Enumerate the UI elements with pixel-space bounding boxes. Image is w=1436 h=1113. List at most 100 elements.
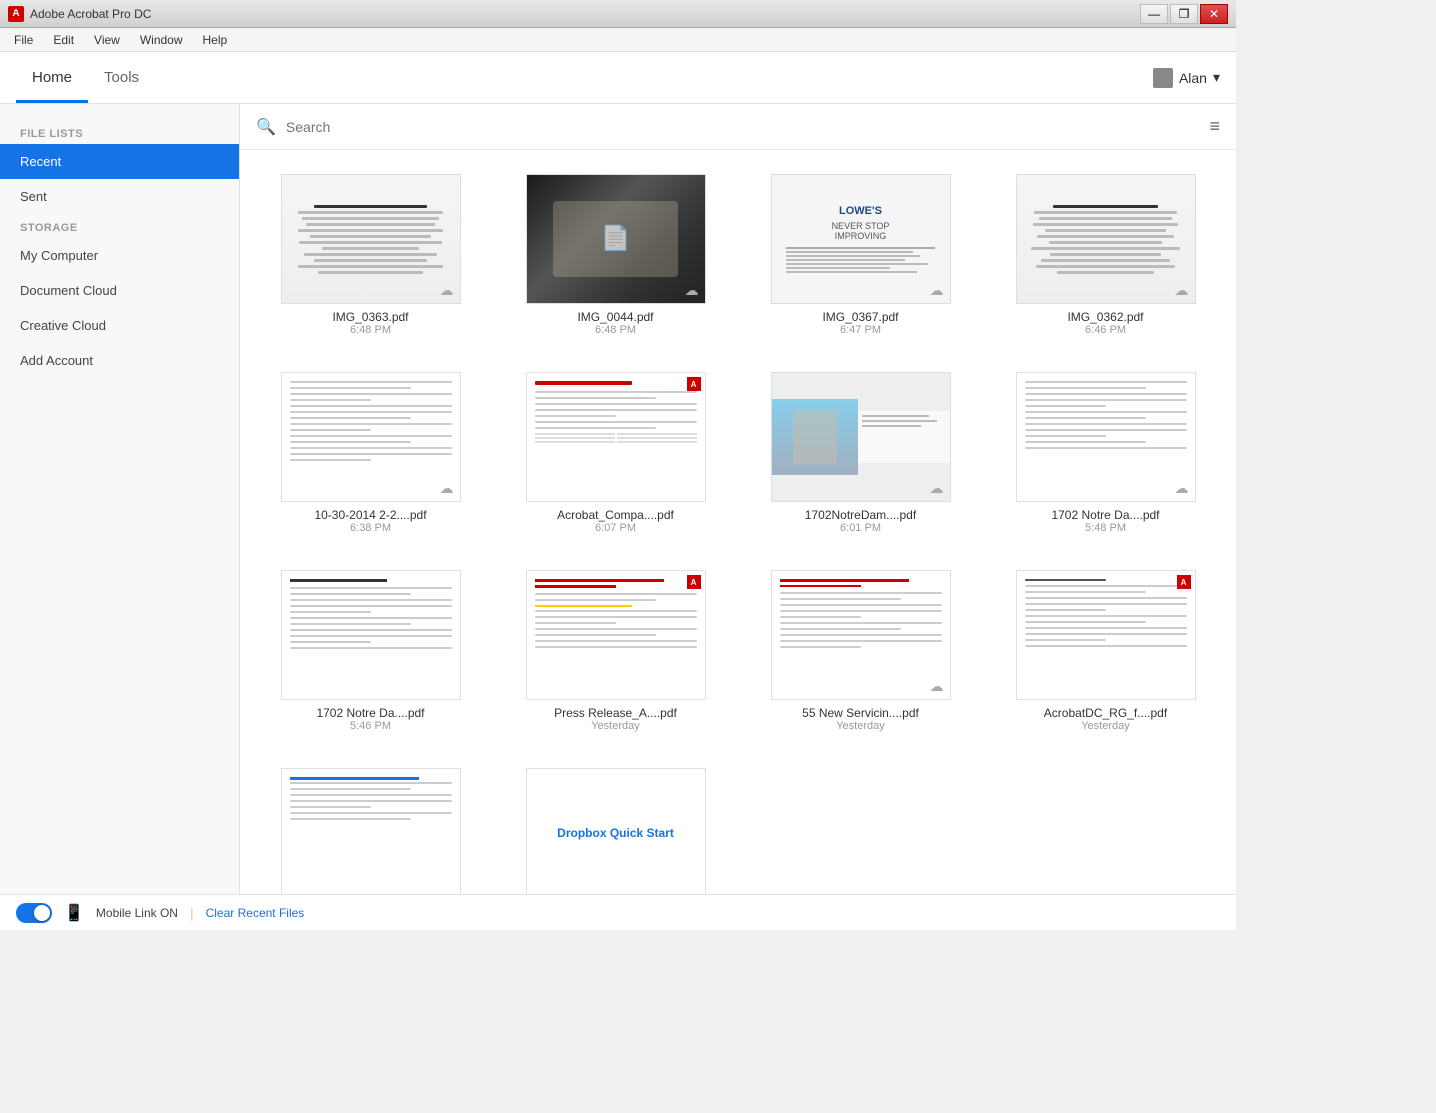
file-thumbnail: A [1016, 570, 1196, 700]
header-right: Alan ▾ [1153, 68, 1220, 88]
cloud-icon: ☁ [685, 282, 699, 299]
titlebar: A Adobe Acrobat Pro DC — ❐ ✕ [0, 0, 1236, 28]
sidebar: FILE LISTS Recent Sent STORAGE My Comput… [0, 104, 240, 894]
list-item[interactable]: 1702 Notre Da....pdf 5:46 PM [256, 562, 485, 740]
user-chevron-icon: ▾ [1213, 69, 1220, 86]
file-thumbnail: ☁ [281, 372, 461, 502]
file-name: AcrobatDC_RG_f....pdf [1044, 706, 1167, 720]
file-time: 5:48 PM [1085, 522, 1126, 534]
file-name: IMG_0363.pdf [332, 310, 408, 324]
file-time: 6:01 PM [840, 522, 881, 534]
file-time: 6:46 PM [1085, 324, 1126, 336]
mobile-link-icon: 📱 [64, 903, 84, 923]
list-item[interactable]: A Acrobat_Compa....pdf 6:07 PM [501, 364, 730, 542]
file-thumbnail [281, 768, 461, 894]
sidebar-item-add-account[interactable]: Add Account [0, 343, 239, 378]
file-name: IMG_0367.pdf [822, 310, 898, 324]
file-time: Yesterday [591, 720, 640, 732]
list-view-icon[interactable]: ≡ [1209, 116, 1220, 137]
file-time: Yesterday [1081, 720, 1130, 732]
file-name: 55 New Servicin....pdf [802, 706, 919, 720]
file-time: 6:48 PM [350, 324, 391, 336]
separator: | [190, 905, 194, 921]
app-icon: A [8, 6, 24, 22]
storage-label: STORAGE [0, 214, 239, 238]
file-thumbnail: ☁ [281, 174, 461, 304]
file-name: 1702NotreDam....pdf [805, 508, 916, 522]
file-time: 6:07 PM [595, 522, 636, 534]
list-item[interactable]: ☁ IMG_0363.pdf 6:48 PM [256, 166, 485, 344]
sidebar-item-sent[interactable]: Sent [0, 179, 239, 214]
menu-file[interactable]: File [4, 31, 43, 49]
list-item[interactable]: Dropbox Quick Start Dropbox Quick Start [501, 760, 730, 894]
file-thumbnail: LOWE'S NEVER STOPIMPROVING ☁ [771, 174, 951, 304]
list-item[interactable]: 📄 ☁ IMG_0044.pdf 6:48 PM [501, 166, 730, 344]
file-time: 6:47 PM [840, 324, 881, 336]
searchbar: 🔍 ≡ [240, 104, 1236, 150]
user-name: Alan [1179, 70, 1207, 86]
file-thumbnail: Dropbox Quick Start [526, 768, 706, 894]
file-name: 1702 Notre Da....pdf [1051, 508, 1159, 522]
mobile-link-label: Mobile Link ON [96, 906, 178, 920]
list-item[interactable]: LOWE'S NEVER STOPIMPROVING ☁ [746, 166, 975, 344]
file-time: Yesterday [836, 720, 885, 732]
user-menu[interactable]: Alan ▾ [1153, 68, 1220, 88]
file-thumbnail: A [526, 372, 706, 502]
cloud-icon: ☁ [930, 480, 944, 497]
window-controls: — ❐ ✕ [1140, 4, 1228, 24]
close-button[interactable]: ✕ [1200, 4, 1228, 24]
file-thumbnail: 📄 ☁ [526, 174, 706, 304]
file-time: 5:46 PM [350, 720, 391, 732]
app-title: Adobe Acrobat Pro DC [30, 7, 1140, 21]
file-name: Press Release_A....pdf [554, 706, 677, 720]
tab-home[interactable]: Home [16, 53, 88, 103]
cloud-icon: ☁ [1175, 282, 1189, 299]
minimize-button[interactable]: — [1140, 4, 1168, 24]
file-time: 6:48 PM [595, 324, 636, 336]
header: Home Tools Alan ▾ [0, 52, 1236, 104]
file-thumbnail: ☁ [771, 372, 951, 502]
clear-recent-files-link[interactable]: Clear Recent Files [206, 906, 305, 920]
user-icon [1153, 68, 1173, 88]
file-time: 6:38 PM [350, 522, 391, 534]
list-item[interactable]: A AcrobatDC_RG_f....pdf Yesterday [991, 562, 1220, 740]
file-name: 1702 Notre Da....pdf [316, 706, 424, 720]
list-item[interactable]: A Press Release_A....pdf Yesterday [501, 562, 730, 740]
tab-tools[interactable]: Tools [88, 53, 155, 103]
file-thumbnail: ☁ [1016, 174, 1196, 304]
sidebar-item-recent[interactable]: Recent [0, 144, 239, 179]
adobe-badge: A [687, 575, 701, 589]
sidebar-item-document-cloud[interactable]: Document Cloud [0, 273, 239, 308]
cloud-icon: ☁ [930, 678, 944, 695]
file-name: IMG_0362.pdf [1067, 310, 1143, 324]
adobe-badge: A [1177, 575, 1191, 589]
list-item[interactable]: ☁ 1702NotreDam....pdf 6:01 PM [746, 364, 975, 542]
list-item[interactable]: ☁ 1702 Notre Da....pdf 5:48 PM [991, 364, 1220, 542]
bottombar: 📱 Mobile Link ON | Clear Recent Files [0, 894, 1236, 930]
file-thumbnail [281, 570, 461, 700]
list-item[interactable]: ☁ IMG_0362.pdf 6:46 PM [991, 166, 1220, 344]
file-thumbnail: A [526, 570, 706, 700]
restore-button[interactable]: ❐ [1170, 4, 1198, 24]
file-thumbnail: ☁ [771, 570, 951, 700]
file-thumbnail: ☁ [1016, 372, 1196, 502]
adobe-badge: A [687, 377, 701, 391]
menu-edit[interactable]: Edit [43, 31, 84, 49]
sidebar-item-creative-cloud[interactable]: Creative Cloud [0, 308, 239, 343]
list-item[interactable] [256, 760, 485, 894]
menu-view[interactable]: View [84, 31, 130, 49]
cloud-icon: ☁ [930, 282, 944, 299]
cloud-icon: ☁ [440, 282, 454, 299]
sidebar-item-my-computer[interactable]: My Computer [0, 238, 239, 273]
file-lists-label: FILE LISTS [0, 120, 239, 144]
file-name: 10-30-2014 2-2....pdf [314, 508, 426, 522]
list-item[interactable]: ☁ 10-30-2014 2-2....pdf 6:38 PM [256, 364, 485, 542]
menu-help[interactable]: Help [193, 31, 238, 49]
files-grid: ☁ IMG_0363.pdf 6:48 PM 📄 ☁ IMG_0044.pdf … [240, 150, 1236, 894]
search-input[interactable] [286, 119, 1200, 135]
main-layout: FILE LISTS Recent Sent STORAGE My Comput… [0, 104, 1236, 894]
cloud-icon: ☁ [1175, 480, 1189, 497]
menu-window[interactable]: Window [130, 31, 193, 49]
mobile-link-switch[interactable] [16, 903, 52, 923]
list-item[interactable]: ☁ 55 New Servicin....pdf Yesterday [746, 562, 975, 740]
